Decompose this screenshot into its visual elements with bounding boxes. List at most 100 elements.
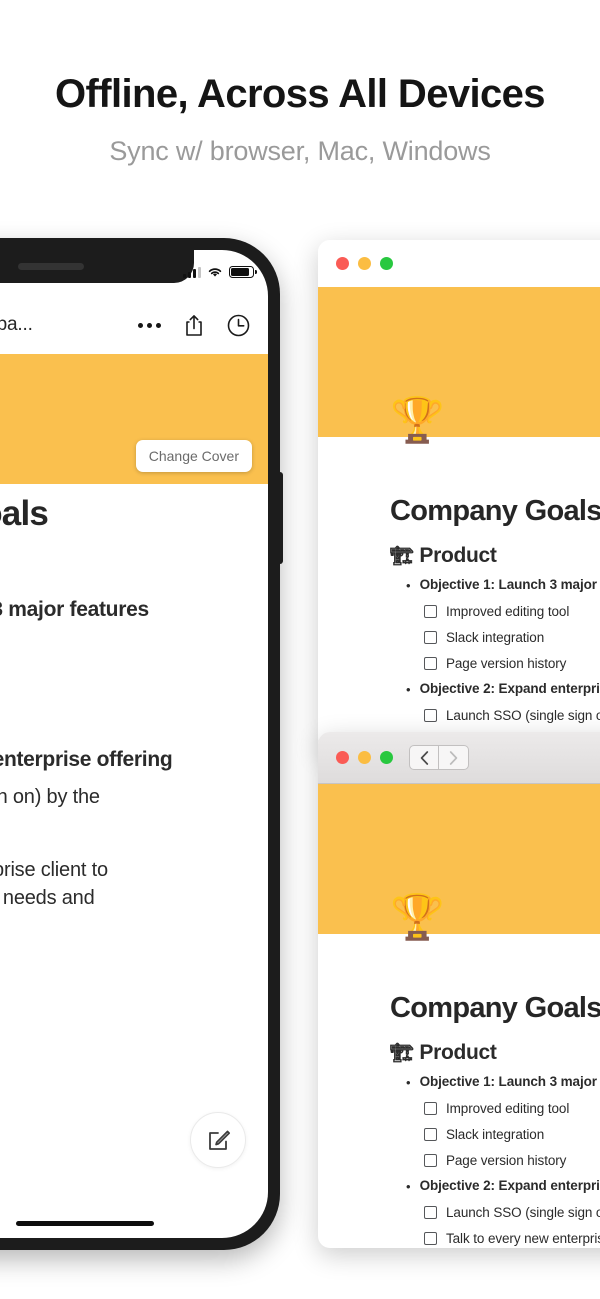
phone-screen: 🏆 Compa... Change Cover (0, 250, 268, 1238)
checkbox-icon[interactable] (424, 1102, 437, 1115)
phone-doc-line: Page version history (0, 711, 268, 734)
checkbox-icon[interactable] (424, 1206, 437, 1219)
checklist-item[interactable]: Improved editing tool (318, 594, 600, 620)
status-bar (183, 264, 257, 280)
bullet-icon: • (406, 1179, 411, 1194)
wifi-icon (208, 268, 222, 277)
checklist-item[interactable]: Page version history (318, 646, 600, 672)
checkbox-icon[interactable] (424, 605, 437, 618)
close-button[interactable] (336, 751, 349, 764)
trophy-icon[interactable]: 🏆 (390, 399, 445, 443)
bullet-icon: • (406, 578, 411, 593)
crane-icon: 🏗 (390, 546, 414, 567)
phone-page-title[interactable]: Compa... (0, 314, 33, 336)
phone-doc-line: end of the year (0, 822, 268, 845)
objective-row[interactable]: • Objective 1: Launch 3 major features (318, 1065, 600, 1091)
checkbox-icon[interactable] (424, 709, 437, 722)
bullet-icon: • (406, 1075, 411, 1090)
mac-window-titlebar[interactable] (318, 240, 600, 287)
chevron-right-icon (449, 750, 458, 765)
checklist-label: Talk to every new enterprise client to u… (446, 1231, 600, 1246)
page-subtitle: Sync w/ browser, Mac, Windows (109, 136, 491, 166)
home-indicator (16, 1221, 154, 1226)
browser-window-titlebar[interactable] (318, 732, 600, 784)
checklist-label: Slack integration (446, 630, 545, 645)
mac-window[interactable]: 🏆 Company Goals 🏗 Product • Objective 1:… (318, 240, 600, 750)
phone-toolbar-actions (138, 314, 250, 337)
checklist-label: Improved editing tool (446, 1101, 570, 1116)
screenshot-root: Offline, Across All Devices Sync w/ brow… (0, 0, 600, 1299)
navigation-buttons[interactable] (409, 745, 469, 770)
objective-label: Objective 1: Launch 3 major features (419, 577, 600, 592)
phone-toolbar: 🏆 Compa... (0, 296, 268, 354)
checkbox-icon[interactable] (424, 1128, 437, 1141)
checklist-item[interactable]: Improved editing tool (318, 1091, 600, 1117)
checklist-item[interactable]: Page version history (318, 1143, 600, 1169)
checklist-item[interactable]: Launch SSO (single sign on) by the end o… (318, 698, 600, 724)
phone-doc-line: Improved editing tool (0, 636, 268, 659)
close-button[interactable] (336, 257, 349, 270)
minimize-button[interactable] (358, 751, 371, 764)
trophy-icon[interactable]: 🏆 (390, 896, 445, 940)
checklist-item[interactable]: Talk to every new enterprise client to u… (318, 1221, 600, 1248)
clock-history-icon[interactable] (227, 314, 250, 337)
phone-document-title[interactable]: Company Goals (0, 494, 158, 534)
checkbox-icon[interactable] (424, 1154, 437, 1167)
phone-doc-line: Slack integration (0, 673, 268, 696)
section-heading[interactable]: 🏗 Product (318, 1025, 600, 1065)
document-cover[interactable] (318, 287, 600, 437)
bullet-icon: • (406, 682, 411, 697)
document-title[interactable]: Company Goals (318, 934, 600, 1025)
checkbox-icon[interactable] (424, 657, 437, 670)
phone-side-button[interactable] (279, 472, 283, 564)
objective-row[interactable]: • Objective 1: Launch 3 major features (318, 568, 600, 594)
browser-window[interactable]: 🏆 Company Goals 🏗 Product • Objective 1:… (318, 732, 600, 1248)
document-page: 🏆 Company Goals 🏗 Product • Objective 1:… (318, 399, 600, 750)
section-heading[interactable]: 🏗 Product (318, 528, 600, 568)
zoom-button[interactable] (380, 751, 393, 764)
checklist-item[interactable]: Slack integration (318, 620, 600, 646)
document-cover[interactable] (318, 784, 600, 934)
page-title: Offline, Across All Devices (55, 72, 546, 116)
phone-doc-line: Launch SSO (single sign on) by the (0, 786, 100, 808)
phone-doc-line: ensure they are heard (0, 915, 268, 938)
checklist-label: Page version history (446, 656, 567, 671)
section-heading-label: Product (419, 544, 497, 567)
objective-row[interactable]: • Objective 2: Expand enterprise offerin… (318, 1169, 600, 1195)
chevron-left-icon (420, 750, 428, 765)
phone-doc-line: Objective 2: Expand enterprise offering (0, 748, 173, 771)
phone-doc-line: understand their unique needs and (0, 887, 95, 909)
document-title[interactable]: Company Goals (318, 437, 600, 528)
battery-icon (229, 266, 257, 278)
objective-label: Objective 2: Expand enterprise offering (419, 1178, 600, 1193)
checklist-label: Launch SSO (single sign on) by the end o… (446, 708, 600, 723)
document-page: 🏆 Company Goals 🏗 Product • Objective 1:… (318, 896, 600, 1248)
phone-document-cover[interactable]: Change Cover (0, 354, 268, 484)
phone-doc-line: Talk to every new enterprise client to (0, 859, 108, 881)
share-icon[interactable] (184, 314, 204, 337)
traffic-lights[interactable] (336, 257, 393, 270)
objective-label: Objective 2: Expand enterprise offering (419, 681, 600, 696)
change-cover-button[interactable]: Change Cover (135, 440, 252, 472)
forward-button[interactable] (439, 745, 469, 770)
phone-doc-line: Objective 1: Launch 3 major features (0, 598, 149, 621)
back-button[interactable] (409, 745, 439, 770)
cellular-signal-icon (183, 266, 201, 278)
checklist-item[interactable]: Launch SSO (single sign on) by the end o… (318, 1195, 600, 1221)
checkbox-icon[interactable] (424, 1232, 437, 1245)
checkbox-icon[interactable] (424, 631, 437, 644)
minimize-button[interactable] (358, 257, 371, 270)
phone-speaker (18, 263, 84, 270)
objective-row[interactable]: • Objective 2: Expand enterprise offerin… (318, 672, 600, 698)
edit-pencil-square-icon[interactable] (190, 1112, 246, 1168)
ellipsis-icon[interactable] (138, 322, 161, 328)
checklist-item[interactable]: Slack integration (318, 1117, 600, 1143)
phone-notch (0, 250, 194, 283)
checklist-label: Launch SSO (single sign on) by the end o… (446, 1205, 600, 1220)
traffic-lights[interactable] (336, 751, 393, 764)
objective-label: Objective 1: Launch 3 major features (419, 1074, 600, 1089)
zoom-button[interactable] (380, 257, 393, 270)
checklist-label: Page version history (446, 1153, 567, 1168)
section-heading-label: Product (419, 1041, 497, 1064)
crane-icon: 🏗 (390, 1043, 414, 1064)
